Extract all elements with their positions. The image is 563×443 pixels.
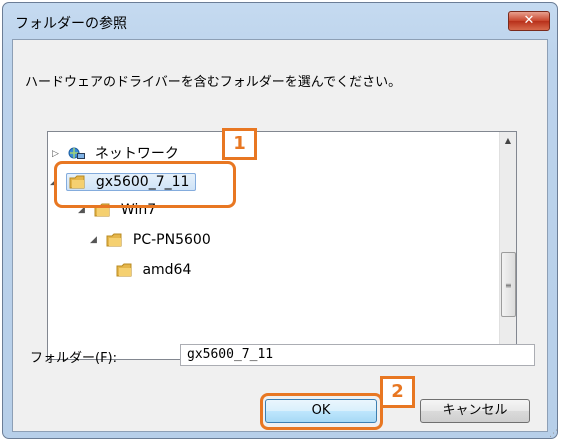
folder-field[interactable]: gx5600_7_11 — [180, 344, 535, 366]
resize-grip-icon[interactable]: ⋰ — [549, 429, 558, 439]
callout-frame-2 — [260, 393, 383, 430]
collapse-arrow-icon[interactable]: ◢ — [90, 228, 102, 252]
browse-folder-dialog: フォルダーの参照 ✕ ハードウェアのドライバーを含むフォルダーを選んでください。… — [2, 2, 558, 439]
scroll-up-icon[interactable]: ▲ — [500, 132, 516, 149]
tree-item-label: PC-PN5600 — [132, 232, 211, 248]
dialog-title: フォルダーの参照 — [15, 16, 127, 32]
callout-frame-1 — [54, 161, 236, 208]
tree-item-label: amd64 — [142, 262, 192, 278]
folder-field-label: フォルダー(F): — [30, 351, 118, 366]
vertical-scrollbar[interactable]: ▲ ≡ ▼ — [499, 132, 516, 359]
dialog-body: ハードウェアのドライバーを含むフォルダーを選んでください。 ▷ ネットワーク ◢ — [12, 39, 548, 432]
tree-item-label: ネットワーク — [94, 146, 179, 162]
cancel-button[interactable]: キャンセル — [420, 399, 530, 423]
folder-icon — [116, 263, 132, 277]
tree-item-amd64[interactable]: amd64 — [116, 258, 191, 282]
callout-badge-2: 2 — [380, 376, 415, 408]
grip-icon: ≡ — [505, 281, 512, 290]
network-icon — [68, 147, 86, 161]
scroll-thumb[interactable]: ≡ — [501, 252, 516, 317]
tree-item-pc-pn5600[interactable]: ◢ PC-PN5600 — [90, 228, 211, 252]
close-button[interactable]: ✕ — [508, 11, 550, 31]
folder-icon — [106, 233, 122, 247]
callout-badge-1: 1 — [222, 128, 257, 160]
instruction-text: ハードウェアのドライバーを含むフォルダーを選んでください。 — [25, 75, 402, 90]
